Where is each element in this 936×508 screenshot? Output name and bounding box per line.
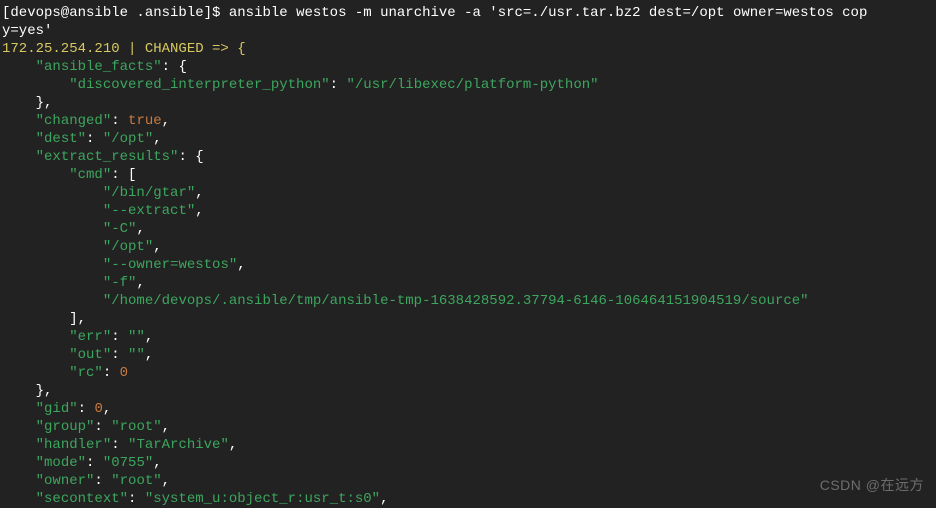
command-wrap-line: y=yes' xyxy=(2,22,934,40)
json-line: }, xyxy=(2,382,934,400)
json-line: "rc": 0 xyxy=(2,364,934,382)
json-line: "ansible_facts": { xyxy=(2,58,934,76)
shell-prompt-line: [devops@ansible .ansible]$ ansible westo… xyxy=(2,4,934,22)
json-line: "extract_results": { xyxy=(2,148,934,166)
json-line: "err": "", xyxy=(2,328,934,346)
json-line: "owner": "root", xyxy=(2,472,934,490)
watermark-text: CSDN @在远方 xyxy=(820,476,924,494)
json-line: "/opt", xyxy=(2,238,934,256)
ansible-status-line: 172.25.254.210 | CHANGED => { xyxy=(2,40,934,58)
json-line: "/bin/gtar", xyxy=(2,184,934,202)
json-line: "gid": 0, xyxy=(2,400,934,418)
json-line: "-f", xyxy=(2,274,934,292)
json-line: "mode": "0755", xyxy=(2,454,934,472)
prompt-prefix: [devops@ansible .ansible] xyxy=(2,5,212,21)
json-line: "out": "", xyxy=(2,346,934,364)
json-line: }, xyxy=(2,94,934,112)
json-line: "discovered_interpreter_python": "/usr/l… xyxy=(2,76,934,94)
json-line: "secontext": "system_u:object_r:usr_t:s0… xyxy=(2,490,934,508)
json-line: "dest": "/opt", xyxy=(2,130,934,148)
json-line: "group": "root", xyxy=(2,418,934,436)
json-line: ], xyxy=(2,310,934,328)
json-line: "-C", xyxy=(2,220,934,238)
json-line: "cmd": [ xyxy=(2,166,934,184)
prompt-symbol: $ xyxy=(212,5,220,21)
json-line: "--extract", xyxy=(2,202,934,220)
json-output: "ansible_facts": { "discovered_interpret… xyxy=(2,58,934,508)
json-line: "/home/devops/.ansible/tmp/ansible-tmp-1… xyxy=(2,292,934,310)
command-text[interactable]: ansible westos -m unarchive -a 'src=./us… xyxy=(229,5,868,21)
json-line: "changed": true, xyxy=(2,112,934,130)
json-line: "--owner=westos", xyxy=(2,256,934,274)
json-line: "handler": "TarArchive", xyxy=(2,436,934,454)
terminal-output: [devops@ansible .ansible]$ ansible westo… xyxy=(2,4,934,508)
